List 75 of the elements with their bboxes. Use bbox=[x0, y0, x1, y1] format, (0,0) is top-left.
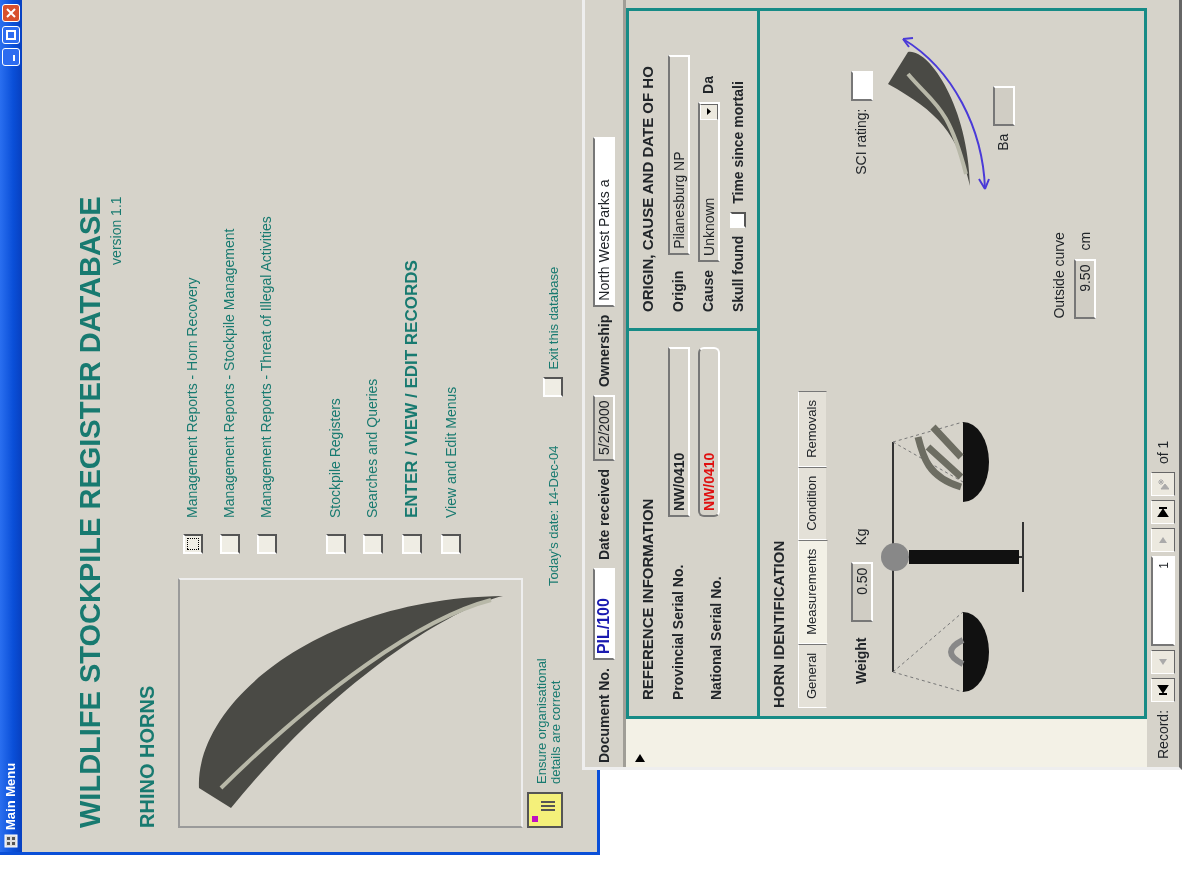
field-label: National Serial No. bbox=[707, 576, 725, 700]
window-title: Main Menu bbox=[2, 762, 20, 830]
field-label: Weight bbox=[852, 637, 870, 684]
menu-checkbox[interactable] bbox=[219, 534, 240, 554]
field-label: Ba bbox=[994, 133, 1012, 151]
tab[interactable]: Removals bbox=[798, 391, 827, 467]
dropdown-button[interactable] bbox=[699, 103, 718, 120]
input-field[interactable] bbox=[992, 85, 1015, 126]
new-record-icon bbox=[1157, 477, 1169, 490]
record-count: of 1 bbox=[1153, 440, 1172, 464]
field-value[interactable]: 0.50 bbox=[850, 561, 873, 622]
menu-checkbox[interactable] bbox=[256, 534, 277, 554]
note-icon bbox=[527, 792, 563, 828]
skull-checkbox[interactable] bbox=[730, 211, 746, 228]
field-value[interactable]: NW/0410 bbox=[667, 347, 690, 517]
exit-label: Exit this database bbox=[544, 266, 562, 370]
field-label: SCI rating: bbox=[852, 108, 870, 175]
field-label: Time since mortali bbox=[728, 81, 747, 204]
field-label: Provincial Serial No. bbox=[669, 564, 687, 700]
menu-checkbox[interactable] bbox=[325, 534, 346, 554]
field-value[interactable]: 9.50 bbox=[1074, 258, 1096, 319]
maximize-button[interactable] bbox=[2, 26, 20, 44]
minimize-button[interactable] bbox=[2, 48, 20, 66]
menu-label: Stockpile Registers bbox=[326, 398, 344, 518]
caret-icon bbox=[706, 108, 711, 116]
menu-checkbox[interactable] bbox=[182, 534, 203, 554]
input-field[interactable] bbox=[850, 70, 873, 101]
menu-checkbox[interactable] bbox=[441, 534, 461, 554]
todays-date: Today's date: 14-Dec-04 bbox=[544, 445, 562, 586]
note-text: Ensure organisational details are correct bbox=[535, 657, 563, 784]
section-title: REFERENCE INFORMATION bbox=[638, 497, 657, 700]
cause-dropdown[interactable]: Unknown bbox=[697, 101, 720, 262]
menu-label: Management Reports - Threat of Illegal Activities bbox=[257, 216, 275, 518]
field-label: Da bbox=[699, 76, 717, 94]
dropdown-value: Unknown bbox=[699, 197, 718, 256]
menu-label: Management Reports - Horn Recovery bbox=[183, 277, 201, 518]
last-record-button[interactable] bbox=[1151, 499, 1175, 524]
tab[interactable]: Condition bbox=[798, 466, 827, 540]
close-icon bbox=[6, 8, 16, 18]
close-button[interactable] bbox=[2, 4, 20, 22]
record-label: Record: bbox=[1153, 709, 1172, 759]
tab[interactable]: Measurements bbox=[798, 539, 828, 644]
current-record-icon bbox=[634, 753, 646, 763]
first-record-button[interactable] bbox=[1151, 677, 1175, 702]
field-value[interactable]: PIL/100 bbox=[593, 568, 615, 661]
tab[interactable]: General bbox=[798, 643, 827, 708]
field-label: Origin bbox=[669, 270, 687, 312]
window-icon bbox=[4, 834, 18, 848]
record-number-field[interactable]: 1 bbox=[1151, 555, 1175, 646]
unit-label: cm bbox=[1075, 231, 1094, 251]
app-heading: WILDLIFE STOCKPILE REGISTER DATABASE bbox=[74, 196, 106, 828]
menu-label: Management Reports - Stockpile Management bbox=[220, 228, 238, 518]
field-value[interactable]: North West Parks a bbox=[593, 136, 615, 307]
first-record-icon bbox=[1157, 683, 1169, 696]
field-value[interactable]: Pilanesburg NP bbox=[667, 54, 690, 255]
maximize-icon bbox=[6, 30, 16, 40]
last-record-icon bbox=[1157, 505, 1169, 518]
menu-label: View and Edit Menus bbox=[441, 386, 460, 518]
field-label: Document No. bbox=[594, 668, 613, 763]
subheading: RHINO HORNS bbox=[135, 685, 159, 828]
field-label: Ownership bbox=[594, 314, 613, 388]
unit-label: Kg bbox=[852, 528, 870, 546]
menu-checkbox[interactable] bbox=[401, 534, 422, 554]
field-label: Cause bbox=[699, 269, 717, 312]
field-label: Outside curve bbox=[1050, 231, 1068, 319]
field-label: Skull found bbox=[728, 235, 747, 312]
menu-label: Searches and Queries bbox=[363, 378, 381, 518]
section-title: HORN IDENTIFICATION bbox=[768, 539, 788, 708]
menu-checkbox[interactable] bbox=[362, 534, 383, 554]
version-text: version 1.1 bbox=[107, 196, 125, 267]
section-title: ORIGIN, CAUSE AND DATE OF HO bbox=[638, 65, 657, 312]
field-value[interactable]: 5/2/2000 bbox=[593, 395, 615, 462]
field-label: Date received bbox=[594, 469, 613, 561]
exit-checkbox[interactable] bbox=[543, 377, 563, 398]
menu-label: ENTER / VIEW / EDIT RECORDS bbox=[401, 260, 422, 518]
